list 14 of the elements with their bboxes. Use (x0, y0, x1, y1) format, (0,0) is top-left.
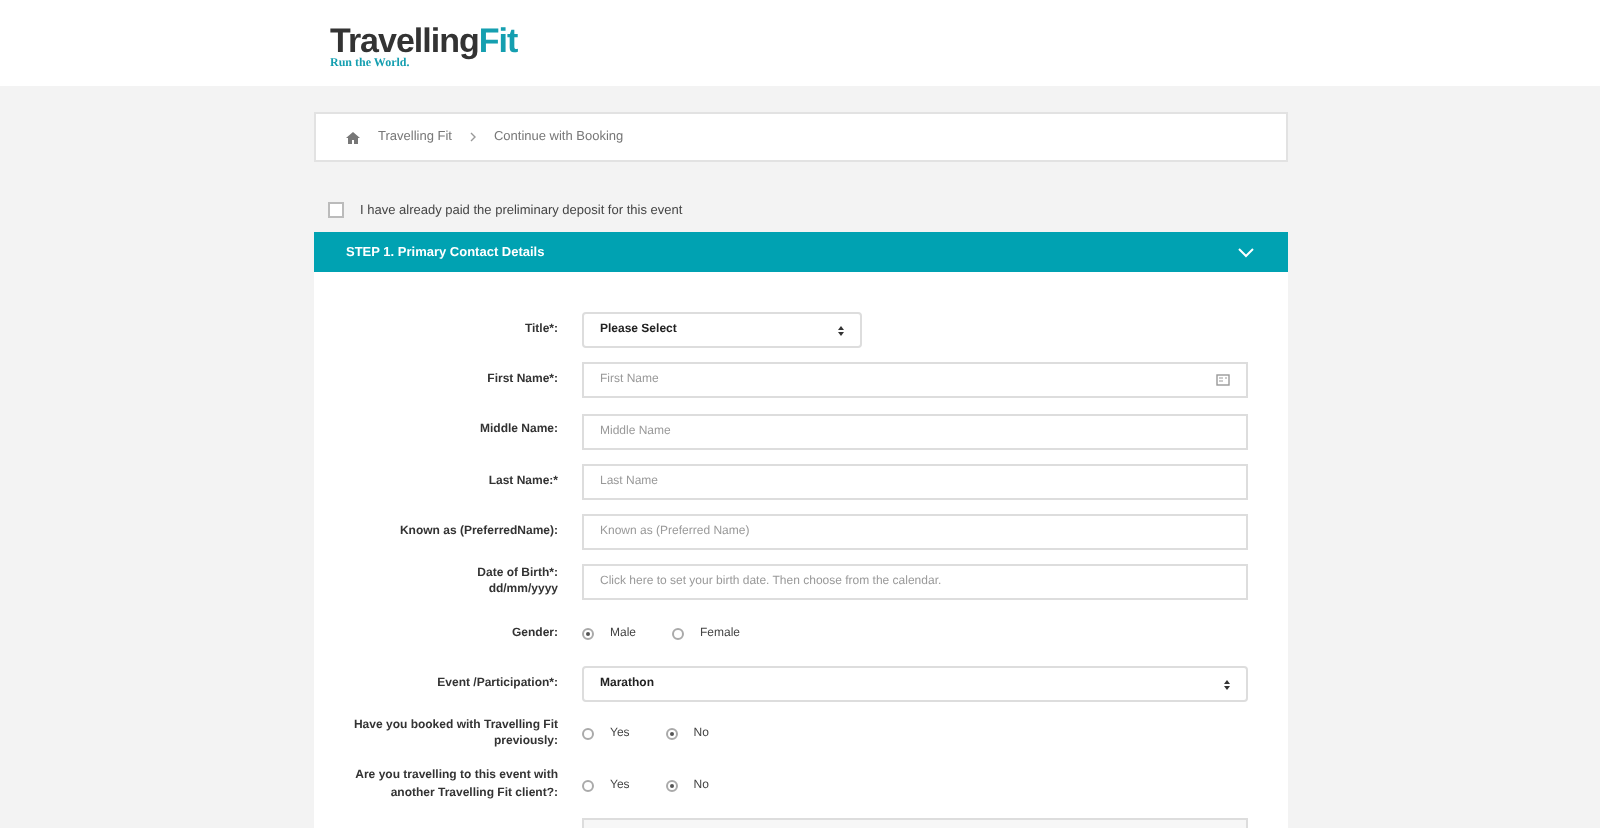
radio-button[interactable] (665, 728, 678, 741)
chevron-icon (469, 132, 476, 142)
radio-button[interactable] (582, 728, 594, 741)
chevron-icon[interactable] (1238, 247, 1254, 257)
radio-button[interactable] (665, 779, 678, 792)
contact-card-icon[interactable] (1216, 374, 1230, 387)
deposit-checkbox[interactable] (328, 202, 344, 218)
updown-icon (1224, 679, 1230, 690)
updown-icon (838, 325, 844, 335)
radio-button[interactable] (582, 779, 594, 792)
radio-button[interactable] (672, 627, 685, 640)
radio-button[interactable] (582, 627, 594, 640)
home-icon[interactable] (346, 131, 360, 143)
logo: TravellingFit (330, 24, 520, 58)
